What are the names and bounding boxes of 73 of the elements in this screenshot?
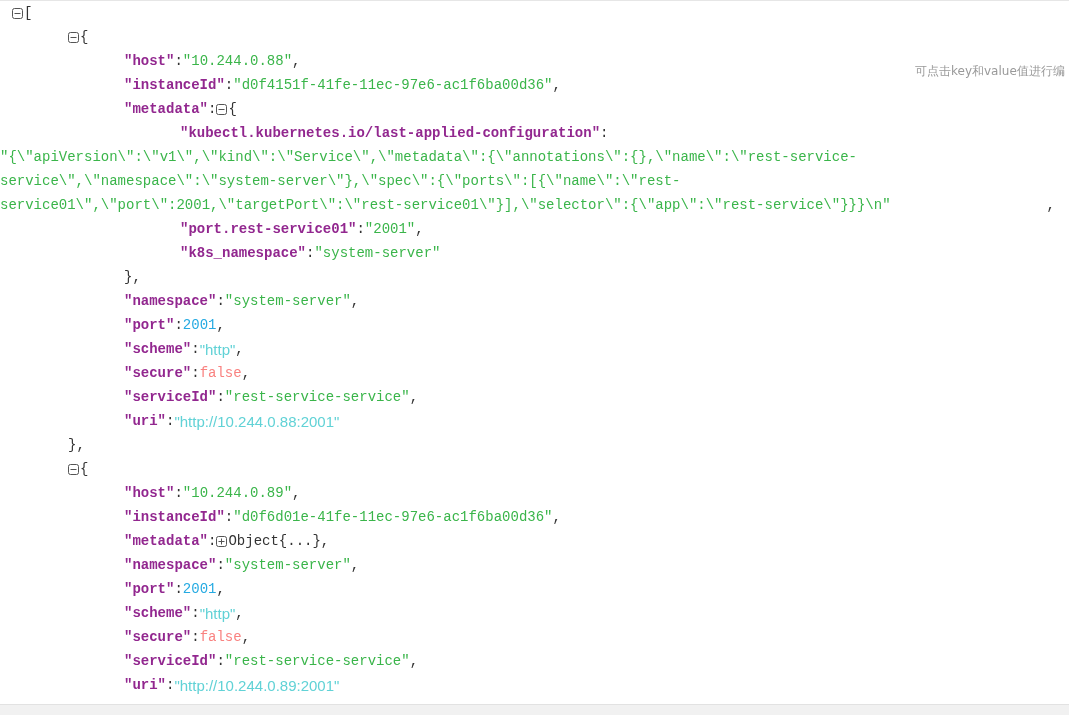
json-key[interactable]: "secure" (124, 365, 192, 381)
punctuation: : (174, 317, 183, 333)
punctuation: , (552, 77, 561, 93)
punctuation: : (174, 485, 183, 501)
collapsed-summary[interactable]: Object{...} (228, 533, 321, 549)
json-key[interactable]: "host" (124, 53, 175, 69)
bracket: { (228, 101, 237, 117)
json-key[interactable]: "host" (124, 485, 175, 501)
json-key[interactable]: "port" (124, 581, 175, 597)
punctuation: , (235, 341, 244, 357)
punctuation: : (216, 557, 225, 573)
json-key[interactable]: "uri" (124, 413, 166, 429)
json-key[interactable]: "scheme" (124, 605, 192, 621)
json-key[interactable]: "scheme" (124, 341, 192, 357)
punctuation: , (216, 317, 225, 333)
punctuation: , (350, 557, 360, 573)
json-key[interactable]: "port" (124, 317, 175, 333)
punctuation: : (191, 341, 200, 357)
punctuation: , (216, 581, 225, 597)
punctuation: , (409, 389, 419, 405)
json-key[interactable]: "metadata" (124, 533, 208, 549)
punctuation: , (241, 629, 251, 645)
punctuation: , (241, 365, 251, 381)
punctuation: : (216, 293, 225, 309)
punctuation: , (1046, 196, 1055, 215)
json-key[interactable]: "kubectl.kubernetes.io/last-applied-configuration" (180, 125, 601, 141)
json-key[interactable]: "metadata" (124, 101, 208, 117)
punctuation: : (191, 365, 200, 381)
punctuation: , (415, 221, 424, 237)
bracket: }, (68, 437, 85, 453)
punctuation: : (356, 221, 365, 237)
punctuation: , (235, 605, 244, 621)
json-key[interactable]: "instanceId" (124, 509, 225, 525)
json-key[interactable]: "serviceId" (124, 653, 217, 669)
bracket: { (80, 29, 89, 45)
punctuation: : (174, 581, 183, 597)
punctuation: : (600, 125, 609, 141)
json-key[interactable]: "namespace" (124, 557, 217, 573)
punctuation: : (216, 389, 225, 405)
collapse-icon[interactable] (216, 103, 228, 115)
punctuation: : (166, 677, 175, 693)
punctuation: : (216, 653, 225, 669)
punctuation: : (224, 509, 234, 525)
bracket: }, (124, 269, 141, 285)
punctuation: , (292, 53, 301, 69)
json-key[interactable]: "port.rest-service01" (180, 221, 357, 237)
horizontal-scrollbar[interactable] (0, 704, 1069, 715)
punctuation: : (224, 77, 234, 93)
json-key[interactable]: "secure" (124, 629, 192, 645)
bracket: [ (24, 5, 33, 21)
edit-hint: 可点击key和value值进行编 (915, 63, 1065, 80)
collapse-icon[interactable] (12, 7, 23, 19)
punctuation: , (320, 533, 330, 549)
punctuation: : (166, 413, 175, 429)
punctuation: , (350, 293, 360, 309)
expand-icon[interactable] (216, 535, 228, 547)
json-key[interactable]: "instanceId" (124, 77, 225, 93)
punctuation: , (292, 485, 301, 501)
json-key[interactable]: "uri" (124, 677, 166, 693)
punctuation: : (191, 629, 200, 645)
collapse-icon[interactable] (68, 31, 79, 43)
punctuation: : (208, 101, 217, 117)
collapse-icon[interactable] (68, 463, 79, 475)
json-key[interactable]: "serviceId" (124, 389, 217, 405)
json-key[interactable]: "k8s_namespace" (180, 245, 307, 261)
json-key[interactable]: "namespace" (124, 293, 217, 309)
punctuation: , (552, 509, 561, 525)
punctuation: : (306, 245, 315, 261)
punctuation: , (409, 653, 419, 669)
punctuation: : (174, 53, 183, 69)
punctuation: : (191, 605, 200, 621)
bracket: { (80, 461, 89, 477)
punctuation: : (208, 533, 217, 549)
